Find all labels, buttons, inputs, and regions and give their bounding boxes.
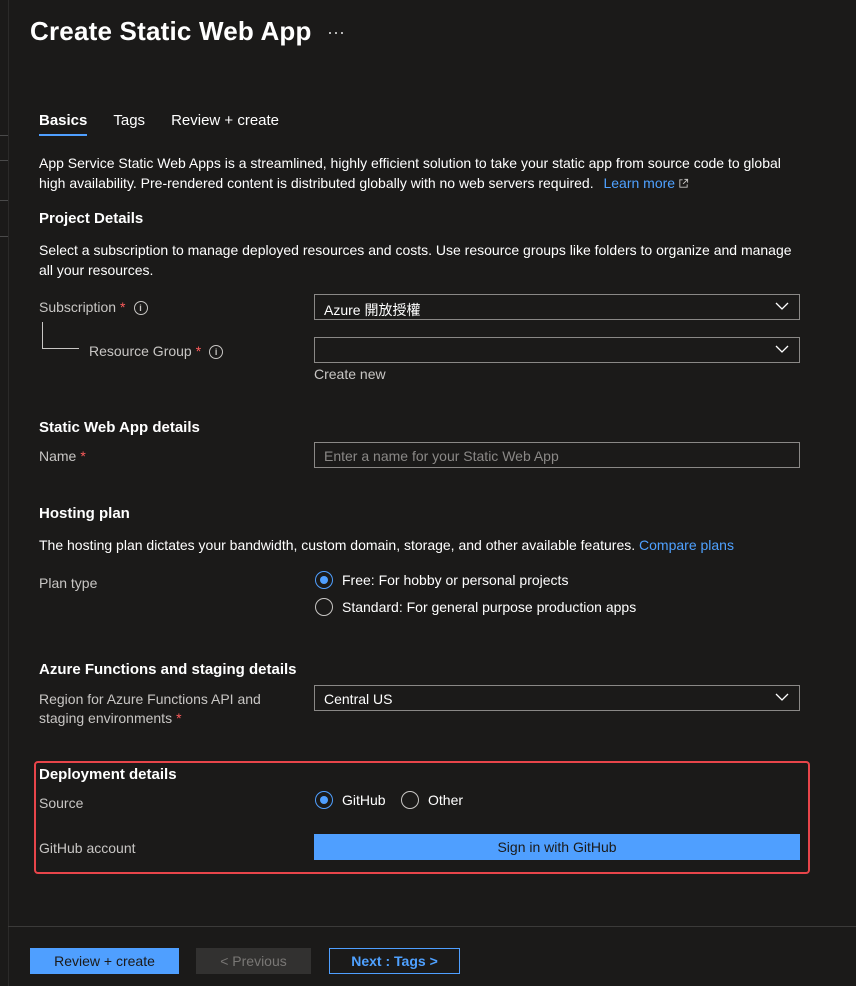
required-marker: *: [120, 299, 126, 315]
region-label: Region for Azure Functions API and stagi…: [39, 690, 261, 728]
review-create-button[interactable]: Review + create: [30, 948, 179, 974]
radio-button[interactable]: [315, 598, 333, 616]
source-other-label: Other: [428, 792, 464, 808]
plan-standard-label: Standard: For general purpose production…: [342, 599, 637, 615]
create-static-web-app-page: Create Static Web App ··· Basics Tags Re…: [0, 0, 856, 986]
rail-divider: [0, 200, 8, 201]
subscription-label-text: Subscription: [39, 299, 117, 315]
sign-in-github-button[interactable]: Sign in with GitHub: [314, 834, 800, 860]
tab-basics[interactable]: Basics: [39, 112, 88, 136]
region-dropdown[interactable]: Central US: [314, 685, 800, 711]
plan-standard-option[interactable]: Standard: For general purpose production…: [315, 598, 636, 616]
next-tags-button[interactable]: Next : Tags >: [329, 948, 460, 974]
region-label-line2: staging environments: [39, 710, 173, 726]
functions-heading: Azure Functions and staging details: [39, 661, 297, 678]
radio-button[interactable]: [401, 791, 419, 809]
external-link-icon: [679, 178, 689, 188]
intro-description: App Service Static Web Apps is a streaml…: [39, 153, 809, 193]
tab-bar: Basics Tags Review + create: [39, 112, 305, 136]
region-label-line2-wrap: staging environments *: [39, 709, 261, 728]
plan-free-label: Free: For hobby or personal projects: [342, 572, 569, 588]
source-github-option[interactable]: GitHub: [315, 791, 386, 809]
plan-type-label: Plan type: [39, 575, 98, 591]
footer-divider: [8, 926, 856, 927]
page-title: Create Static Web App: [30, 16, 312, 46]
project-details-description: Select a subscription to manage deployed…: [39, 242, 792, 278]
radio-button[interactable]: [315, 571, 333, 589]
name-label: Name *: [39, 448, 86, 464]
info-icon[interactable]: i: [209, 345, 224, 359]
resource-group-label-text: Resource Group: [89, 343, 192, 359]
chevron-down-icon: [775, 345, 789, 353]
region-label-line1: Region for Azure Functions API and: [39, 691, 261, 707]
tab-tags[interactable]: Tags: [113, 112, 145, 136]
plan-free-option[interactable]: Free: For hobby or personal projects: [315, 571, 568, 589]
info-icon[interactable]: i: [133, 301, 148, 315]
github-account-label: GitHub account: [39, 840, 136, 856]
tab-review-create[interactable]: Review + create: [171, 112, 279, 136]
learn-more-label: Learn more: [603, 175, 676, 191]
source-other-option[interactable]: Other: [401, 791, 463, 809]
deployment-heading: Deployment details: [39, 766, 177, 783]
rail-divider: [0, 236, 8, 237]
chevron-down-icon: [775, 693, 789, 701]
previous-button: < Previous: [196, 948, 311, 974]
project-details-heading: Project Details: [39, 210, 144, 227]
left-rail: [0, 0, 9, 986]
app-details-heading: Static Web App details: [39, 419, 200, 436]
rail-divider: [0, 160, 8, 161]
learn-more-link[interactable]: Learn more: [603, 175, 689, 191]
subscription-dropdown[interactable]: Azure 開放授權: [314, 294, 800, 320]
required-marker: *: [176, 710, 182, 726]
compare-plans-link[interactable]: Compare plans: [639, 537, 734, 553]
resource-group-label: Resource Group * i: [89, 343, 224, 359]
more-options-icon[interactable]: ···: [327, 22, 345, 43]
hosting-plan-description: The hosting plan dictates your bandwidth…: [39, 535, 809, 555]
name-label-text: Name: [39, 448, 77, 464]
required-marker: *: [195, 343, 202, 359]
subscription-value: Azure 開放授權: [324, 302, 421, 318]
resource-group-dropdown[interactable]: [314, 337, 800, 363]
create-new-link[interactable]: Create new: [314, 366, 386, 382]
chevron-down-icon: [775, 302, 789, 310]
tree-connector: [42, 322, 79, 349]
rail-divider: [0, 135, 8, 136]
radio-button[interactable]: [315, 791, 333, 809]
region-value: Central US: [324, 691, 393, 707]
source-github-label: GitHub: [342, 792, 386, 808]
source-label: Source: [39, 795, 84, 811]
hosting-plan-heading: Hosting plan: [39, 505, 130, 522]
subscription-label: Subscription * i: [39, 299, 148, 315]
app-name-input[interactable]: Enter a name for your Static Web App: [314, 442, 800, 468]
hosting-plan-text: The hosting plan dictates your bandwidth…: [39, 537, 636, 553]
required-marker: *: [80, 448, 86, 464]
